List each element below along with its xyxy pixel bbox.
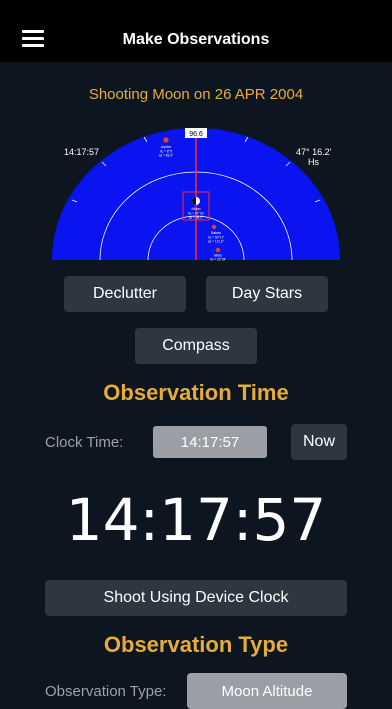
svg-text:Moon: Moon [192, 207, 201, 211]
hs-value: 47° 16.2' [296, 147, 332, 157]
sky-view[interactable]: 96.6 14:17:57 47° 16.2' Hs Jupiter hc = … [48, 124, 344, 264]
hs-label: Hs [308, 157, 319, 167]
time-readout: 14:17:57 [64, 147, 99, 157]
svg-text:az = 96.5°: az = 96.5° [189, 216, 204, 220]
observation-type-label: Observation Type: [45, 683, 167, 700]
observation-subtitle: Shooting Moon on 26 APR 2004 [88, 86, 304, 103]
observation-time-heading: Observation Time [103, 380, 289, 405]
shoot-device-clock-button[interactable]: Shoot Using Device Clock [45, 580, 347, 616]
now-button[interactable]: Now [291, 424, 347, 460]
nav-bar: Make Observations [0, 0, 392, 62]
hamburger-menu-icon[interactable] [22, 30, 44, 48]
svg-text:az = 63.0°: az = 63.0° [159, 154, 174, 158]
observation-type-selector[interactable]: Moon Altitude [187, 673, 347, 709]
clock-time-label: Clock Time: [45, 434, 124, 451]
compass-button[interactable]: Compass [135, 328, 257, 364]
declutter-button[interactable]: Declutter [64, 276, 186, 312]
device-clock-display: 14:17:57 [65, 486, 327, 554]
svg-text:Saturn: Saturn [211, 231, 222, 235]
page-title: Make Observations [122, 31, 270, 48]
azimuth-readout: 96.6 [189, 131, 203, 138]
svg-text:az = 121.6°: az = 121.6° [208, 240, 225, 244]
observation-type-heading: Observation Type [103, 632, 289, 657]
svg-text:hc = 22°34': hc = 22°34' [210, 258, 226, 262]
clock-time-field[interactable]: 14:17:57 [153, 426, 267, 458]
svg-text:Jupiter: Jupiter [161, 145, 173, 149]
day-stars-button[interactable]: Day Stars [206, 276, 328, 312]
